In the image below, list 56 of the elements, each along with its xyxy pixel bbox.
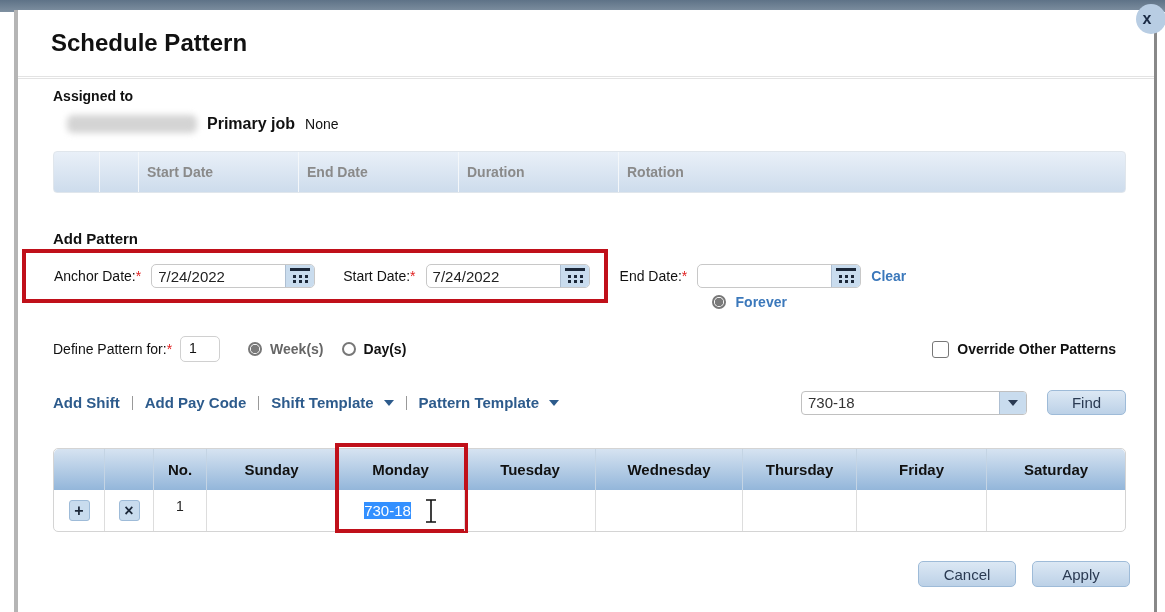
field-label: Start Date: [343,268,411,284]
caret-icon[interactable] [1008,399,1018,406]
checkbox[interactable] [932,340,950,358]
field-label: End Date: [619,268,682,284]
checkbox-label[interactable]: Override Other Patterns [957,341,1116,357]
calendar-icon[interactable] [831,265,861,287]
radio-button[interactable] [711,295,726,309]
date-field[interactable]: 7/24/2022 [151,264,316,288]
column-header: Rotation [627,164,684,180]
caret-icon[interactable] [383,399,394,406]
dialog-button[interactable]: Apply [1032,561,1130,587]
column-header: Duration [467,164,525,180]
radio-label[interactable]: Week(s) [270,341,324,357]
column-header: Thursday [765,461,834,478]
column-header: Sunday [244,461,299,478]
required-mark: * [135,268,142,284]
close-button[interactable]: x [1136,4,1165,34]
date-field[interactable] [697,264,862,288]
section-label: Assigned to [53,88,135,104]
field-label: Define Pattern for: [53,341,167,357]
column-header: Friday [899,461,944,478]
toolbar-link[interactable]: Shift Template [271,394,374,411]
required-mark: * [681,268,688,284]
radio-label[interactable]: Day(s) [363,341,407,357]
radio-button[interactable] [341,342,356,356]
table-cell: 1 [176,498,184,514]
calendar-icon[interactable] [559,265,589,287]
radio-label[interactable]: Forever [735,294,787,310]
required-mark: * [166,341,173,357]
field-value: None [305,116,339,132]
column-header: End Date [307,164,368,180]
find-button[interactable]: Find [1047,390,1126,415]
radio-button[interactable] [248,342,263,356]
toolbar-link[interactable]: Add Pay Code [144,394,247,411]
date-field[interactable]: 7/24/2022 [425,264,590,288]
template-dropdown[interactable]: 730-18 [801,390,1027,415]
column-header: No. [167,461,193,478]
section-label: Add Pattern [53,230,139,247]
add-row-button[interactable]: + [68,500,90,521]
field-label: Primary job [207,115,296,133]
required-mark: * [410,268,416,284]
toolbar-link[interactable]: Pattern Template [418,394,540,411]
column-header: Monday [372,461,429,478]
number-field[interactable]: 1 [180,336,221,362]
column-header: Tuesday [500,461,560,478]
dialog-title: Schedule Pattern [51,29,248,57]
column-header: Saturday [1023,461,1089,478]
remove-row-button[interactable]: × [118,500,140,521]
column-header: Wednesday [627,461,711,478]
field-label: Anchor Date: [54,268,136,284]
caret-icon[interactable] [549,399,560,406]
toolbar-link[interactable]: Add Shift [53,394,120,411]
dialog-button[interactable]: Cancel [918,561,1016,587]
column-header: Start Date [147,164,214,180]
calendar-icon[interactable] [285,265,315,287]
clear-link[interactable]: Clear [871,268,907,284]
